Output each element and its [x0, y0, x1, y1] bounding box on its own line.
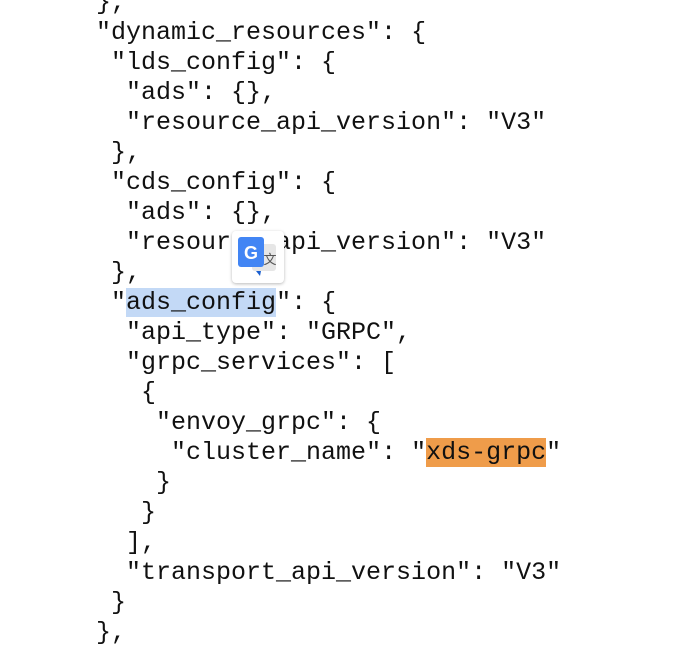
code-line: }, — [66, 0, 126, 18]
code-line: }, — [66, 618, 126, 646]
code-text: ": { — [276, 288, 337, 317]
code-text: "cluster_name": " — [171, 438, 427, 467]
code-text: "envoy_grpc": { — [156, 408, 382, 437]
code-text: "dynamic_resources": { — [96, 18, 427, 47]
code-line: } — [66, 498, 156, 528]
code-line: "resource_api_version": "V3" — [66, 108, 546, 138]
google-translate-icon: G 文 — [238, 237, 277, 276]
code-text: "cds_config": { — [111, 168, 337, 197]
code-line: "ads": {}, — [66, 198, 276, 228]
code-text: "ads": {}, — [126, 78, 277, 107]
code-text: "lds_config": { — [111, 48, 337, 77]
code-text: } — [156, 468, 172, 497]
code-text: "resource_api_version": "V3" — [126, 108, 547, 137]
code-text: } — [111, 588, 127, 617]
code-text: "transport_api_version": "V3" — [126, 558, 562, 587]
translate-wen-glyph: 文 — [263, 253, 276, 268]
code-line: } — [66, 588, 126, 618]
code-line: "api_type": "GRPC", — [66, 318, 411, 348]
code-line: "grpc_services": [ — [66, 348, 396, 378]
code-text: " — [111, 288, 127, 317]
code-line: "cds_config": { — [66, 168, 336, 198]
code-text: }, — [111, 258, 142, 287]
google-translate-button[interactable]: G 文 — [232, 231, 284, 283]
code-text: "api_type": "GRPC", — [126, 318, 412, 347]
code-view: }, "dynamic_resources": { "lds_config": … — [0, 0, 676, 646]
code-line: "ads": {}, — [66, 78, 276, 108]
code-line: ], — [66, 528, 156, 558]
code-line: "ads_config": { — [66, 288, 336, 318]
code-line: { — [66, 378, 156, 408]
find-match-highlight: xds-grpc — [426, 438, 547, 467]
code-text: }, — [96, 0, 127, 17]
code-text: }, — [111, 138, 142, 167]
code-text: { — [141, 378, 157, 407]
code-text: "resource_api_version": "V3" — [126, 228, 547, 257]
code-text: }, — [96, 618, 127, 646]
code-line: "resource_api_version": "V3" — [66, 228, 546, 258]
code-text: } — [141, 498, 157, 527]
code-line: }, — [66, 138, 141, 168]
code-text: "ads": {}, — [126, 198, 277, 227]
selected-text-highlight: ads_config — [126, 288, 277, 317]
code-line: "lds_config": { — [66, 48, 336, 78]
translate-g-glyph: G — [244, 243, 258, 263]
code-line: } — [66, 468, 171, 498]
code-text: " — [546, 438, 562, 467]
code-line: "envoy_grpc": { — [66, 408, 381, 438]
code-text: ], — [126, 528, 157, 557]
code-line: "dynamic_resources": { — [66, 18, 426, 48]
code-line: "cluster_name": "xds-grpc" — [66, 438, 561, 468]
code-line: "transport_api_version": "V3" — [66, 558, 561, 588]
code-line: }, — [66, 258, 141, 288]
code-text: "grpc_services": [ — [126, 348, 397, 377]
